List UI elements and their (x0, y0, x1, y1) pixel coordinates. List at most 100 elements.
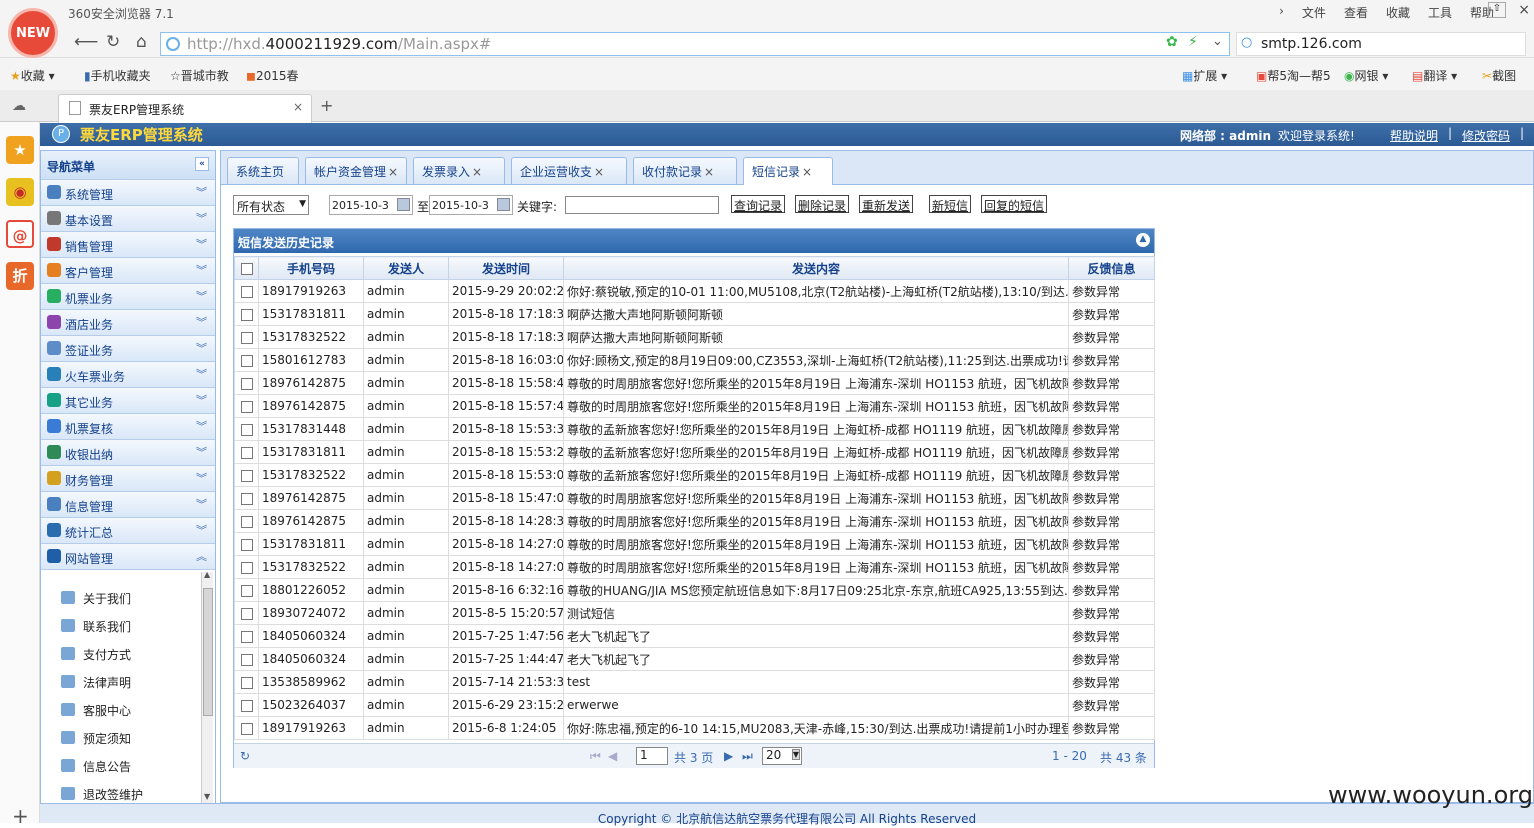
browser-tab[interactable]: 票友ERP管理系统 × (58, 94, 312, 123)
chevron-icon[interactable]: ︾ (196, 288, 207, 304)
row-select[interactable] (234, 279, 259, 303)
submenu-item[interactable]: 支付方式 (61, 646, 131, 663)
submenu-item[interactable]: 客服中心 (61, 702, 131, 719)
speed-icon[interactable]: ⚡ (1188, 34, 1198, 50)
prev-page-icon[interactable]: ◀ (608, 749, 617, 763)
window-close-icon[interactable]: × (1518, 2, 1530, 18)
nav-item[interactable]: 基本设置 ︾ (41, 205, 215, 231)
checkbox[interactable] (240, 331, 253, 344)
status-select[interactable]: 所有状态 ▼ (233, 195, 309, 215)
last-page-icon[interactable]: ⏭ (742, 749, 753, 764)
bookmark-2015[interactable]: ◼2015春 (246, 67, 299, 84)
row-select[interactable] (234, 693, 259, 717)
keyword-input[interactable] (565, 196, 719, 214)
nav-item[interactable]: 信息管理 ︾ (41, 491, 215, 517)
checkbox[interactable] (240, 699, 253, 712)
row-select[interactable] (234, 555, 259, 579)
chevron-icon[interactable]: ︾ (196, 392, 207, 408)
menu-tools[interactable]: 工具 (1428, 4, 1452, 21)
favorites-star-icon[interactable]: ★ (6, 136, 34, 164)
table-row[interactable]: 18976142875 admin 2015-8-18 15:58:49 尊敬的时周朋… (234, 371, 1155, 395)
scroll-thumb[interactable] (203, 588, 213, 716)
table-row[interactable]: 18976142875 admin 2015-8-18 14:28:31 尊敬的时周朋… (234, 509, 1155, 533)
row-select[interactable] (234, 716, 259, 740)
url-input[interactable]: http://hxd.4000211929.com/Main.aspx# (160, 32, 1230, 56)
delete-button[interactable]: 删除记录 (795, 195, 850, 213)
row-select[interactable] (234, 463, 259, 487)
checkbox[interactable] (240, 722, 253, 735)
col-sender[interactable]: 发送人 (363, 256, 449, 280)
row-select[interactable] (234, 509, 259, 533)
table-row[interactable]: 15317831811 admin 2015-8-18 14:27:09 尊敬的时周朋… (234, 532, 1155, 556)
row-select[interactable] (234, 647, 259, 671)
chevron-icon[interactable]: ︾ (196, 236, 207, 252)
row-select[interactable] (234, 440, 259, 464)
menu-favorites[interactable]: 收藏 (1386, 4, 1410, 21)
col-time[interactable]: 发送时间 (448, 256, 564, 280)
nav-item[interactable]: 火车票业务 ︾ (41, 361, 215, 387)
new-sms-button[interactable]: 新短信 (929, 195, 972, 213)
nav-item[interactable]: 签证业务 ︾ (41, 335, 215, 361)
help-link[interactable]: 帮助说明 (1390, 127, 1438, 144)
chevron-icon[interactable]: ︾ (196, 522, 207, 538)
col-feedback[interactable]: 反馈信息 (1068, 256, 1155, 280)
submenu-item[interactable]: 预定须知 (61, 730, 131, 747)
table-row[interactable]: 13538589962 admin 2015-7-14 21:53:38 test 参数… (234, 670, 1155, 694)
calendar-icon[interactable] (397, 198, 410, 211)
refresh-icon[interactable]: ↻ (106, 32, 120, 52)
checkbox[interactable] (240, 377, 253, 390)
table-row[interactable]: 18405060324 admin 2015-7-25 1:44:47 老大飞机起飞了… (234, 647, 1155, 671)
table-row[interactable]: 18917919263 admin 2015-9-29 20:02:21 你好:蔡锐敏… (234, 279, 1155, 303)
discount-icon[interactable]: 折 (6, 262, 34, 290)
checkbox[interactable] (240, 308, 253, 321)
ext-bank[interactable]: ◉网银 ▾ (1344, 67, 1388, 84)
content-tab[interactable]: 收付款记录 × (633, 157, 737, 184)
menu-file[interactable]: 文件 (1302, 4, 1326, 21)
scrollbar[interactable]: ▲ ▼ (201, 570, 213, 804)
checkbox[interactable] (240, 446, 253, 459)
chevron-icon[interactable]: ︽ (196, 548, 207, 564)
new-tab-icon[interactable]: + (320, 96, 333, 115)
row-select[interactable] (234, 578, 259, 602)
checkbox[interactable] (240, 607, 253, 620)
scroll-down-icon[interactable]: ▼ (204, 792, 210, 801)
checkbox[interactable] (240, 561, 253, 574)
nav-item[interactable]: 机票复核 ︾ (41, 413, 215, 439)
replied-sms-button[interactable]: 回复的短信 (981, 195, 1048, 213)
tab-close-icon[interactable]: × (472, 165, 482, 179)
search-input[interactable]: smtp.126.com (1236, 32, 1526, 56)
chevron-icon[interactable]: ︾ (196, 210, 207, 226)
mail-icon[interactable]: @ (6, 220, 34, 248)
row-select[interactable] (234, 348, 259, 372)
checkbox[interactable] (240, 492, 253, 505)
menu-view[interactable]: 查看 (1344, 4, 1368, 21)
chevron-icon[interactable]: ︾ (196, 340, 207, 356)
checkbox[interactable] (240, 285, 253, 298)
checkbox[interactable] (240, 653, 253, 666)
page-size-select[interactable]: 20 ▼ (762, 747, 802, 765)
pin-icon[interactable]: ⇧ (1488, 2, 1506, 18)
home-icon[interactable]: ⌂ (136, 32, 147, 52)
tab-close-icon[interactable]: × (293, 100, 303, 114)
nav-item[interactable]: 销售管理 ︾ (41, 231, 215, 257)
calendar-icon[interactable] (497, 198, 510, 211)
row-select[interactable] (234, 486, 259, 510)
row-select[interactable] (234, 532, 259, 556)
col-content[interactable]: 发送内容 (563, 256, 1069, 280)
table-row[interactable]: 18917919263 admin 2015-6-8 1:24:05 你好:陈忠福,预… (234, 716, 1155, 740)
chevron-icon[interactable]: ︾ (196, 366, 207, 382)
checkbox[interactable] (240, 262, 253, 275)
chevron-icon[interactable]: ︾ (196, 444, 207, 460)
nav-item[interactable]: 机票业务 ︾ (41, 283, 215, 309)
secure-icon[interactable]: ✿ (1166, 34, 1178, 50)
checkbox[interactable] (240, 538, 253, 551)
checkbox[interactable] (240, 423, 253, 436)
content-tab[interactable]: 系统主页 (227, 157, 299, 184)
submenu-item[interactable]: 联系我们 (61, 618, 131, 635)
checkbox[interactable] (240, 584, 253, 597)
browser-logo[interactable]: NEW (8, 8, 58, 58)
chevron-icon[interactable]: ︾ (196, 470, 207, 486)
table-row[interactable]: 15317832522 admin 2015-8-18 15:53:04 尊敬的孟新旅… (234, 463, 1155, 487)
page-input[interactable]: 1 (636, 747, 668, 765)
table-row[interactable]: 18976142875 admin 2015-8-18 15:57:46 尊敬的时周朋… (234, 394, 1155, 418)
